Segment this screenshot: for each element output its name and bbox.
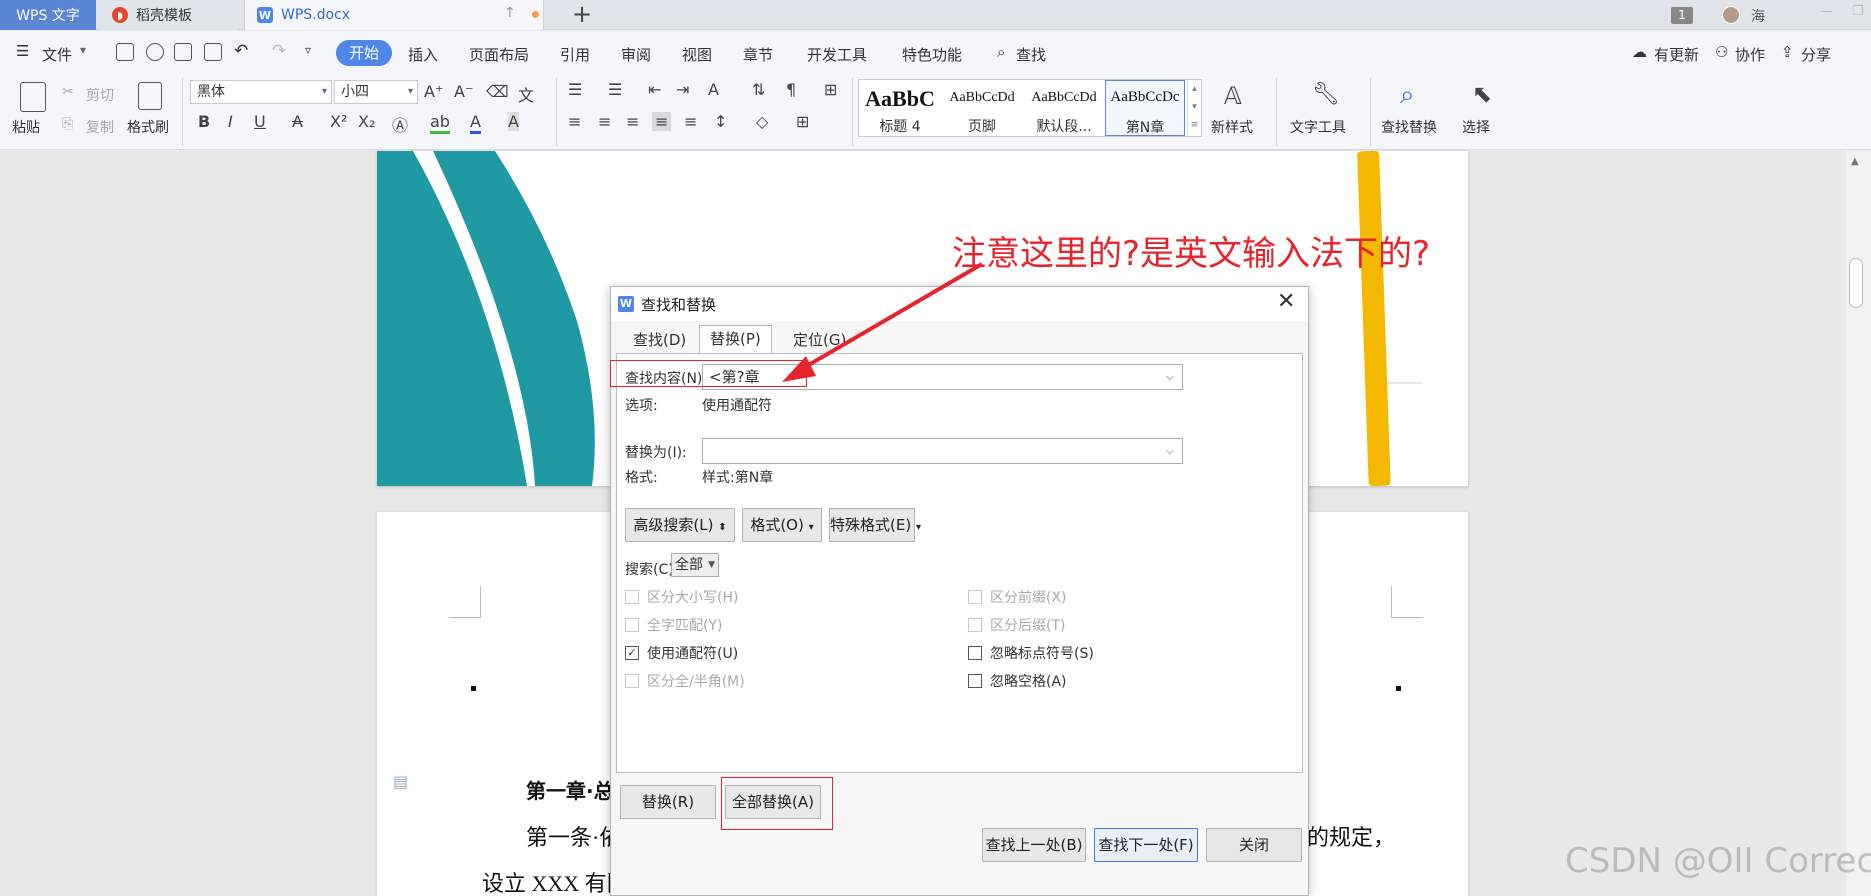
annotation-arrow — [782, 262, 984, 382]
watermark: CSDN @OII Correct — [1565, 841, 1871, 881]
